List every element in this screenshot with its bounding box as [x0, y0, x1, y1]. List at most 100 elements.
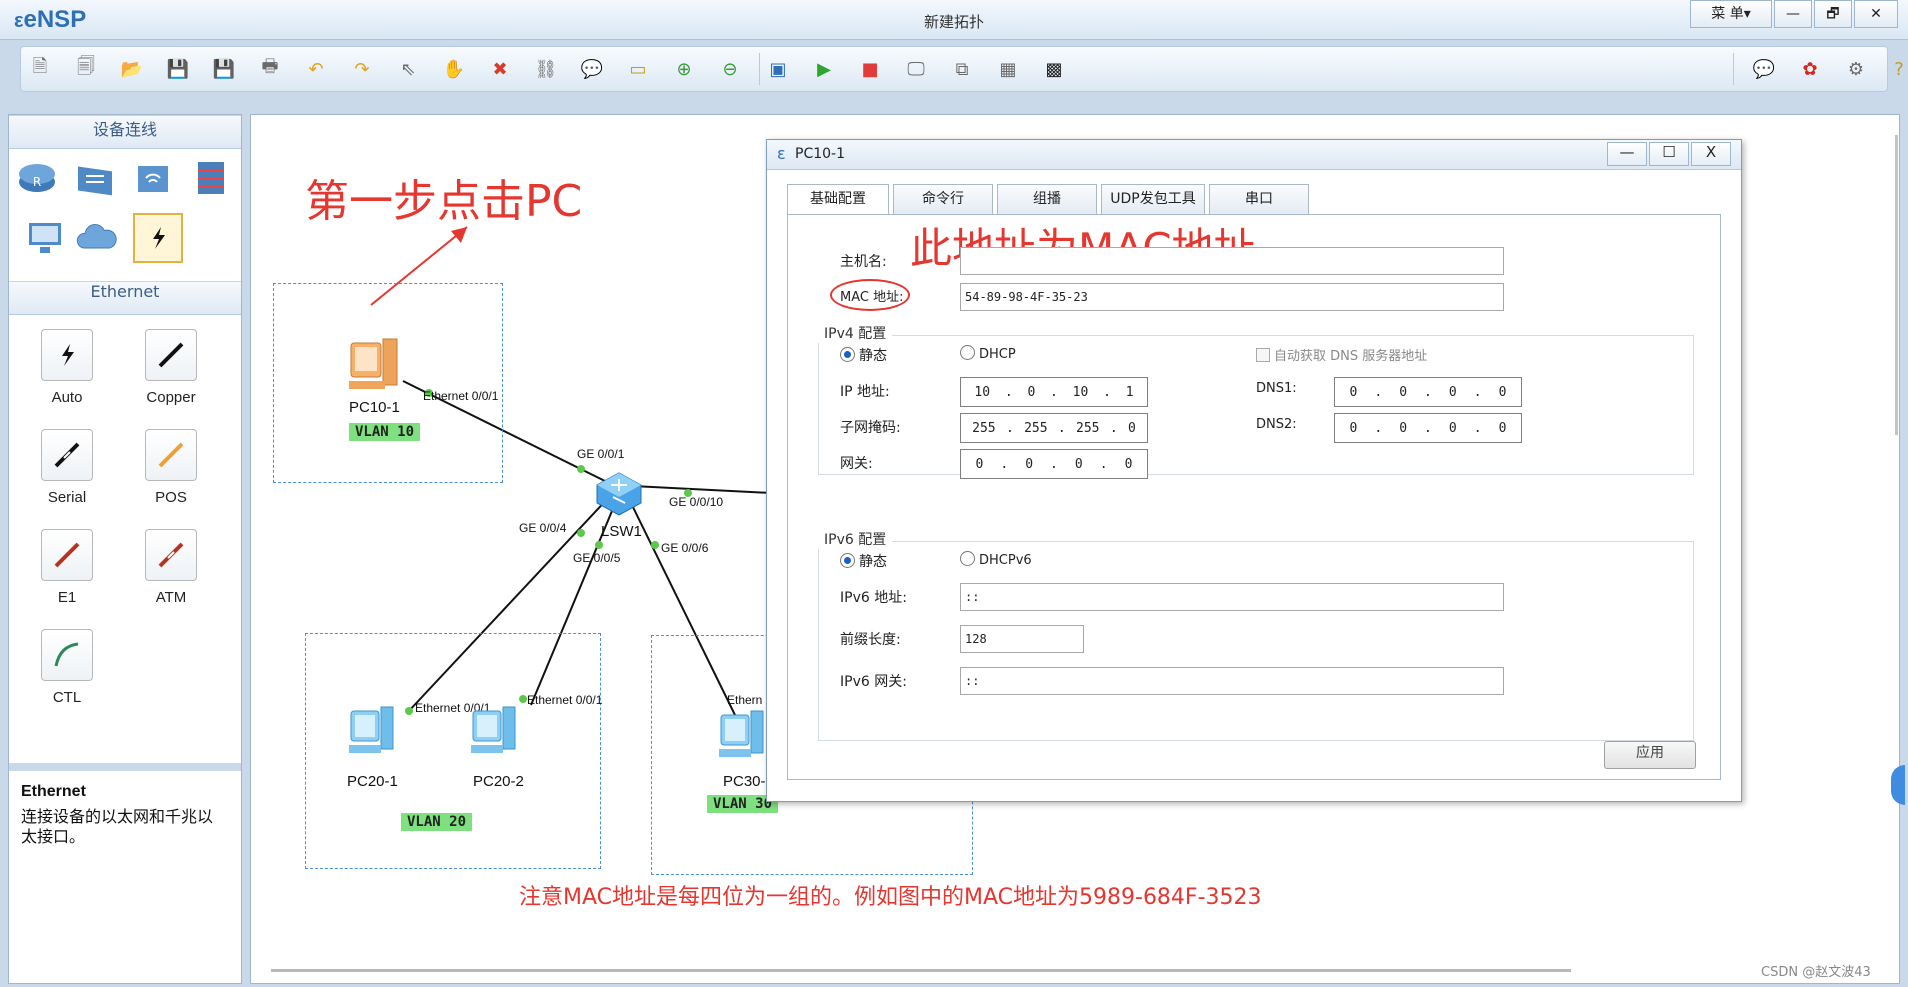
mac-label: MAC 地址: [840, 290, 904, 305]
copper-cable-icon[interactable] [145, 329, 197, 381]
ctl-cable-icon[interactable] [41, 629, 93, 681]
pc20-1-icon[interactable] [345, 703, 399, 763]
prefix-length-input[interactable]: 128 [960, 625, 1084, 653]
watermark: CSDN @赵文波43 [1761, 965, 1871, 980]
tab-multicast[interactable]: 组播 [997, 184, 1097, 214]
ipv6-address-input[interactable]: :: [960, 583, 1504, 611]
open-icon[interactable]: 📂 [117, 54, 147, 84]
tab-command-line[interactable]: 命令行 [893, 184, 993, 214]
cable-label: ATM [155, 589, 187, 606]
ip-octet: 0 [1127, 420, 1136, 436]
topology-icon[interactable]: ⧉ [947, 54, 977, 84]
ipv4-dhcp-label: DHCP [979, 347, 1016, 362]
dns2-input[interactable]: 0.0.0.0 [1334, 413, 1522, 443]
serial-cable-icon[interactable] [41, 429, 93, 481]
new-topology-icon[interactable]: 🗎 [25, 54, 55, 84]
port-label: GE 0/0/1 [577, 447, 625, 461]
fit-window-icon[interactable]: ▣ [763, 54, 793, 84]
tab-basic-config[interactable]: 基础配置 [787, 184, 889, 215]
ip-octet: 0 [975, 456, 984, 472]
ipv6-dhcp-radio[interactable]: DHCPv6 [960, 551, 1032, 568]
pc-terminal-icon[interactable] [23, 215, 67, 259]
subnet-mask-input[interactable]: 255. 255. 255. 0 [960, 413, 1148, 443]
title-bar: εeNSP 新建拓扑 菜 单▾ — 🗗 ✕ [0, 0, 1908, 40]
save-as-icon[interactable]: 💾 [209, 54, 239, 84]
pc20-1-label: PC20-1 [347, 773, 398, 790]
start-icon[interactable]: ▶ [809, 54, 839, 84]
delete-icon[interactable]: ✖ [485, 54, 515, 84]
pc-config-dialog: ε PC10-1 — ☐ X 基础配置 命令行 组播 UDP发包工具 串口 此地… [766, 139, 1742, 802]
wireless-icon[interactable] [131, 155, 175, 199]
hand-icon[interactable]: ✋ [439, 54, 469, 84]
screenshot-icon[interactable]: ▩ [1039, 54, 1069, 84]
ipv6-static-radio[interactable]: 静态 [840, 551, 887, 571]
dialog-minimize-button[interactable]: — [1607, 142, 1647, 166]
radio-unselected-icon [960, 551, 975, 566]
tab-serial[interactable]: 串口 [1209, 184, 1309, 214]
ip-address-input[interactable]: 10. 0. 10. 1 [960, 377, 1148, 407]
minimize-button[interactable]: — [1774, 0, 1812, 28]
firewall-icon[interactable] [189, 155, 233, 199]
e1-cable-icon[interactable] [41, 529, 93, 581]
mac-address-field[interactable]: 54-89-98-4F-35-23 [960, 283, 1504, 311]
lsw1-switch-icon[interactable] [591, 467, 647, 523]
redo-icon[interactable]: ↷ [347, 54, 377, 84]
vlan10-badge: VLAN 10 [349, 423, 421, 441]
text-note-icon[interactable]: 💬 [577, 54, 607, 84]
grid-icon[interactable]: ▦ [993, 54, 1023, 84]
capture-icon[interactable]: 🖵 [901, 54, 931, 84]
auto-cable-icon[interactable] [41, 329, 93, 381]
dns1-input[interactable]: 0.0.0.0 [1334, 377, 1522, 407]
side-expand-handle[interactable] [1891, 765, 1905, 805]
new-example-icon[interactable]: 🗐 [71, 54, 101, 84]
pc10-1-icon[interactable] [343, 333, 403, 399]
save-icon[interactable]: 💾 [163, 54, 193, 84]
atm-cable-icon[interactable] [145, 529, 197, 581]
pc10-1-label: PC10-1 [349, 399, 400, 416]
undo-icon[interactable]: ↶ [301, 54, 331, 84]
huawei-logo-icon[interactable]: ✿ [1795, 54, 1825, 84]
horizontal-scrollbar[interactable] [271, 969, 1571, 972]
delete-link-icon[interactable]: ⛓ [531, 54, 561, 84]
section-devices-header: 设备连线 [9, 115, 241, 149]
close-button[interactable]: ✕ [1854, 0, 1898, 28]
ensp-logo-icon: ε [777, 144, 786, 163]
connection-icon[interactable] [133, 213, 183, 263]
dialog-close-button[interactable]: X [1691, 142, 1731, 166]
rectangle-icon[interactable]: ▭ [623, 54, 653, 84]
hostname-input[interactable] [960, 247, 1504, 275]
pc20-2-label: PC20-2 [473, 773, 524, 790]
port-label: Ethernet 0/0/1 [423, 389, 499, 403]
vertical-scrollbar[interactable] [1895, 135, 1898, 435]
select-icon[interactable]: ⇖ [393, 54, 423, 84]
stop-icon[interactable]: ■ [855, 54, 885, 84]
pc20-2-icon[interactable] [467, 703, 521, 763]
ip-octet: 0 [1124, 456, 1133, 472]
gateway-input[interactable]: 0.0.0.0 [960, 449, 1148, 479]
zoom-out-icon[interactable]: ⊖ [715, 54, 745, 84]
help-icon[interactable]: ? [1887, 54, 1908, 84]
dialog-title-bar[interactable]: ε PC10-1 — ☐ X [767, 140, 1741, 170]
restore-button[interactable]: 🗗 [1814, 0, 1852, 28]
cloud-icon[interactable] [75, 215, 119, 259]
cable-label: POS [155, 489, 187, 506]
pc30-1-icon[interactable] [715, 707, 769, 767]
switch-icon[interactable] [73, 155, 117, 199]
settings-gear-icon[interactable]: ⚙ [1841, 54, 1871, 84]
dialog-maximize-button[interactable]: ☐ [1649, 142, 1689, 166]
gateway-label: 网关: [840, 456, 873, 472]
router-icon[interactable]: R [15, 155, 59, 199]
tab-udp-tool[interactable]: UDP发包工具 [1101, 184, 1205, 214]
ipv4-static-radio[interactable]: 静态 [840, 345, 887, 365]
auto-dns-checkbox[interactable]: 自动获取 DNS 服务器地址 [1256, 345, 1427, 364]
pos-cable-icon[interactable] [145, 429, 197, 481]
ipv4-dhcp-radio[interactable]: DHCP [960, 345, 1016, 362]
port-label: GE 0/0/5 [573, 551, 621, 565]
menu-button[interactable]: 菜 单▾ [1690, 0, 1772, 28]
print-icon[interactable]: 🖶 [255, 54, 285, 84]
svg-text:R: R [33, 175, 41, 189]
zoom-in-icon[interactable]: ⊕ [669, 54, 699, 84]
feedback-icon[interactable]: 💬 [1749, 54, 1779, 84]
apply-button[interactable]: 应用 [1604, 741, 1696, 769]
ipv6-gateway-input[interactable]: :: [960, 667, 1504, 695]
